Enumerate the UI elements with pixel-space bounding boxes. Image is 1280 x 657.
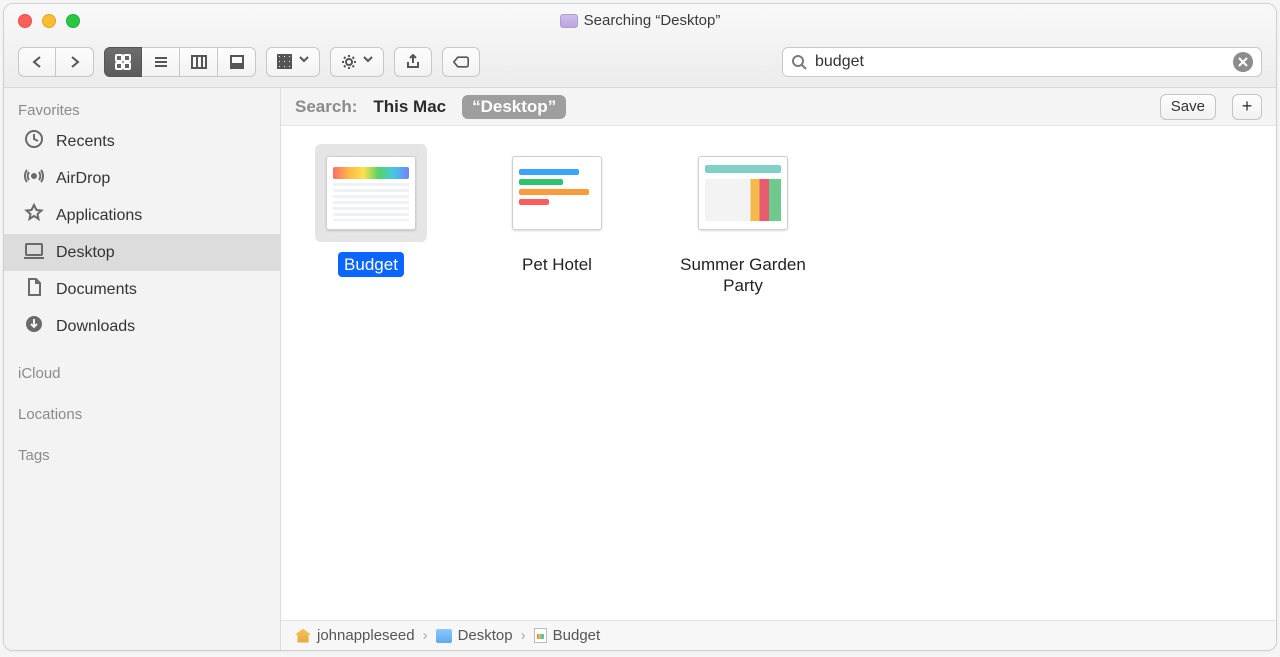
- scope-desktop[interactable]: “Desktop”: [462, 95, 566, 119]
- chevron-down-icon: [299, 54, 309, 70]
- chevron-down-icon: [363, 54, 373, 70]
- sidebar-item-label: Recents: [56, 133, 115, 151]
- add-search-criteria-button[interactable]: +: [1232, 94, 1262, 120]
- home-icon: [295, 629, 311, 643]
- file-name: Budget: [338, 252, 404, 277]
- sidebar-item-applications[interactable]: Applications: [4, 197, 280, 234]
- sidebar-item-downloads[interactable]: Downloads: [4, 308, 280, 345]
- path-bar: johnappleseed › Desktop › Budget: [281, 620, 1276, 650]
- airdrop-icon: [24, 166, 44, 191]
- folder-icon: [436, 629, 452, 643]
- sidebar-header[interactable]: Tags: [4, 441, 280, 468]
- back-button[interactable]: [18, 47, 56, 77]
- file-thumbnail: [512, 156, 602, 230]
- share-icon: [405, 54, 421, 70]
- recents-icon: [24, 129, 44, 154]
- view-columns-button[interactable]: [180, 47, 218, 77]
- nav-buttons: [18, 47, 94, 77]
- applications-icon: [24, 203, 44, 228]
- tag-icon: [453, 54, 469, 70]
- finder-window: Searching “Desktop”: [3, 3, 1277, 651]
- file-thumbnail: [698, 156, 788, 230]
- file-item[interactable]: Pet Hotel: [487, 144, 627, 277]
- sidebar-item-airdrop[interactable]: AirDrop: [4, 160, 280, 197]
- doc-icon: [534, 628, 547, 643]
- view-icons-button[interactable]: [104, 47, 142, 77]
- forward-button[interactable]: [56, 47, 94, 77]
- list-icon: [153, 54, 169, 70]
- path-label: Budget: [553, 627, 601, 644]
- search-input[interactable]: [815, 53, 1225, 71]
- sidebar-header[interactable]: iCloud: [4, 359, 280, 386]
- x-icon: [1238, 57, 1248, 67]
- main-pane: Search: This Mac “Desktop” Save + Budget…: [281, 88, 1276, 650]
- sidebar-item-label: AirDrop: [56, 170, 110, 188]
- sidebar-header[interactable]: Locations: [4, 400, 280, 427]
- titlebar: Searching “Desktop”: [4, 4, 1276, 88]
- downloads-icon: [24, 314, 44, 339]
- documents-icon: [24, 277, 44, 302]
- file-item[interactable]: Summer Garden Party: [673, 144, 813, 299]
- path-item[interactable]: Desktop: [436, 627, 513, 644]
- sidebar-item-label: Documents: [56, 281, 137, 299]
- grid-small-icon: [277, 54, 293, 70]
- view-mode-segment: [104, 47, 256, 77]
- view-list-button[interactable]: [142, 47, 180, 77]
- window-title: Searching “Desktop”: [4, 12, 1276, 29]
- path-separator: ›: [521, 627, 526, 644]
- chevron-left-icon: [29, 54, 45, 70]
- sidebar-item-label: Downloads: [56, 318, 135, 336]
- path-label: johnappleseed: [317, 627, 415, 644]
- file-name: Summer Garden Party: [673, 252, 813, 299]
- sidebar-item-label: Desktop: [56, 244, 115, 262]
- sidebar-item-label: Applications: [56, 207, 142, 225]
- file-item[interactable]: Budget: [301, 144, 441, 277]
- path-label: Desktop: [458, 627, 513, 644]
- path-item[interactable]: johnappleseed: [295, 627, 415, 644]
- grid-icon: [115, 54, 131, 70]
- gear-icon: [341, 54, 357, 70]
- sidebar-item-recents[interactable]: Recents: [4, 123, 280, 160]
- chevron-right-icon: [67, 54, 83, 70]
- share-button[interactable]: [394, 47, 432, 77]
- search-folder-icon: [560, 14, 578, 28]
- search-icon: [791, 54, 807, 70]
- window-title-text: Searching “Desktop”: [584, 12, 721, 29]
- columns-icon: [191, 54, 207, 70]
- search-field[interactable]: [782, 47, 1262, 77]
- scope-this-mac[interactable]: This Mac: [373, 97, 446, 117]
- clear-search-button[interactable]: [1233, 52, 1253, 72]
- sidebar: Favorites Recents AirDrop Applications Deskt…: [4, 88, 281, 650]
- results-area[interactable]: Budget Pet Hotel Summer Garden Party: [281, 126, 1276, 620]
- desktop-icon: [24, 240, 44, 265]
- group-by-button[interactable]: [266, 47, 320, 77]
- search-scope-bar: Search: This Mac “Desktop” Save +: [281, 88, 1276, 126]
- file-thumbnail: [326, 156, 416, 230]
- gallery-icon: [229, 54, 245, 70]
- sidebar-item-documents[interactable]: Documents: [4, 271, 280, 308]
- save-search-button[interactable]: Save: [1160, 94, 1216, 120]
- view-gallery-button[interactable]: [218, 47, 256, 77]
- file-name: Pet Hotel: [516, 252, 598, 277]
- sidebar-header[interactable]: Favorites: [4, 96, 280, 123]
- path-item[interactable]: Budget: [534, 627, 601, 644]
- sidebar-item-desktop[interactable]: Desktop: [4, 234, 280, 271]
- toolbar: [18, 47, 1262, 77]
- tags-button[interactable]: [442, 47, 480, 77]
- path-separator: ›: [423, 627, 428, 644]
- action-menu-button[interactable]: [330, 47, 384, 77]
- scope-label: Search:: [295, 97, 357, 117]
